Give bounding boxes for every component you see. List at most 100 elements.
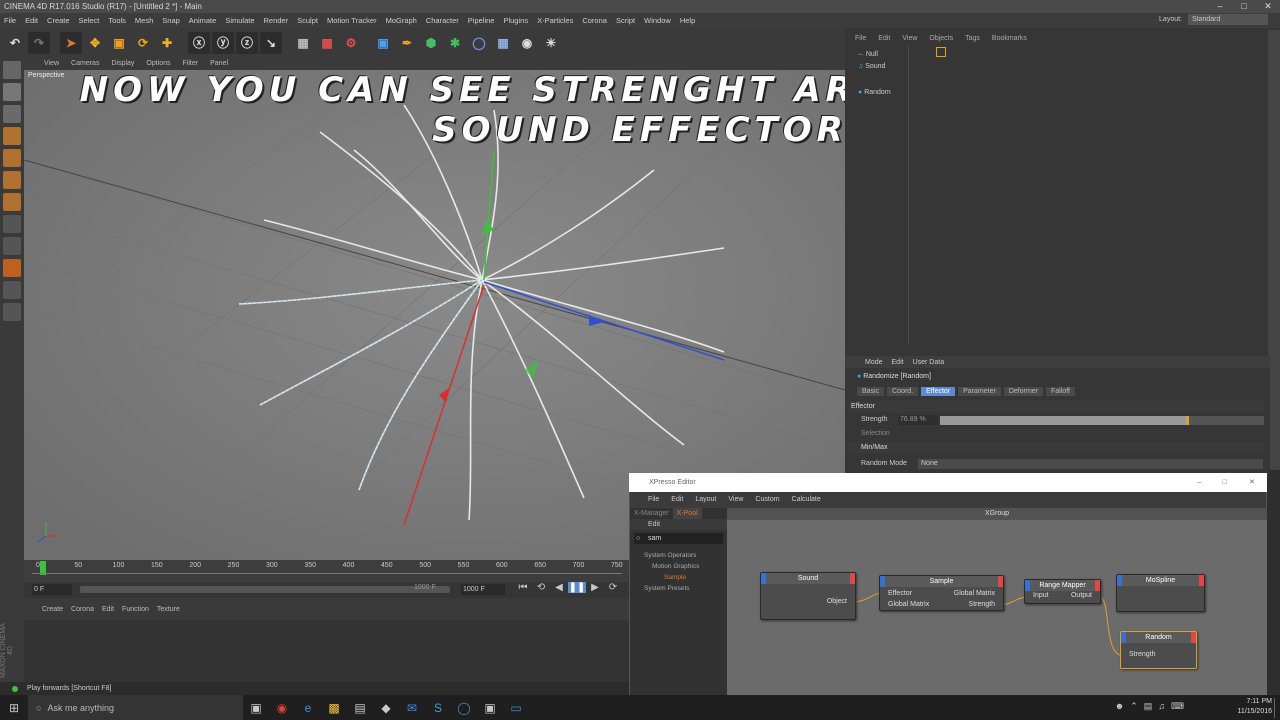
node-sample[interactable]: Sample Effector Global Matrix Global Mat…: [879, 575, 1004, 611]
polygons-mode-icon[interactable]: [3, 171, 21, 189]
store-icon[interactable]: ▤: [347, 695, 373, 720]
rotate-tool-icon[interactable]: ⟳: [132, 32, 154, 54]
node-range-mapper[interactable]: Range Mapper Input Output: [1024, 579, 1101, 604]
object-row-random[interactable]: ● Random: [858, 89, 891, 96]
strength-input[interactable]: 76.89 %: [898, 415, 938, 425]
maximize-icon[interactable]: □: [1232, 0, 1256, 13]
menu-item-mograph[interactable]: MoGraph: [386, 16, 417, 25]
mail-icon[interactable]: ✉: [399, 695, 425, 720]
render-picture-icon[interactable]: ▦: [316, 32, 338, 54]
edges-mode-icon[interactable]: [3, 149, 21, 167]
menu-item-character[interactable]: Character: [426, 16, 459, 25]
material-menu-item-texture[interactable]: Texture: [157, 606, 180, 613]
edge-icon[interactable]: e: [295, 695, 321, 720]
layout-select[interactable]: Standard: [1188, 14, 1268, 25]
xpresso-menu-item-edit[interactable]: Edit: [671, 496, 683, 503]
monitor-icon[interactable]: ▭: [503, 695, 529, 720]
attribute-menu-item-edit[interactable]: Edit: [892, 359, 904, 366]
cortana-search-box[interactable]: ○ Ask me anything: [28, 695, 243, 720]
undo-icon[interactable]: ↶: [4, 32, 26, 54]
random-mode-select[interactable]: None: [918, 459, 1263, 469]
tab-basic[interactable]: Basic: [857, 387, 885, 396]
magnet-icon[interactable]: [3, 259, 21, 277]
render-view-icon[interactable]: ▦: [292, 32, 314, 54]
close-icon[interactable]: ✕: [1256, 0, 1280, 13]
workplane-icon[interactable]: [3, 281, 21, 299]
axis-mode-icon[interactable]: [3, 193, 21, 211]
tree-system-operators[interactable]: System Operators: [630, 550, 727, 561]
tab-deformer[interactable]: Deformer: [1003, 387, 1044, 396]
sculpt-icon[interactable]: [3, 237, 21, 255]
deformer-icon[interactable]: ◯: [468, 32, 490, 54]
port-sample-global-matrix-in[interactable]: Global Matrix: [888, 601, 929, 608]
chrome-icon[interactable]: ◉: [269, 695, 295, 720]
material-menu-item-create[interactable]: Create: [42, 606, 63, 613]
viewport-menu-item-display[interactable]: Display: [111, 60, 134, 67]
object-menu-item-file[interactable]: File: [855, 35, 866, 42]
material-menu-item-edit[interactable]: Edit: [102, 606, 114, 613]
keyboard-icon[interactable]: ⌨: [1171, 701, 1184, 712]
port-range-input[interactable]: Input: [1033, 592, 1049, 599]
object-menu-item-objects[interactable]: Objects: [929, 35, 953, 42]
notification-icon[interactable]: [1274, 698, 1278, 718]
port-sample-strength[interactable]: Strength: [969, 601, 995, 608]
strength-slider[interactable]: [940, 416, 1264, 425]
viewport-menu-item-panel[interactable]: Panel: [210, 60, 228, 67]
port-sample-global-matrix-out[interactable]: Global Matrix: [954, 590, 995, 597]
tab-parameter[interactable]: Parameter: [958, 387, 1001, 396]
port-range-output[interactable]: Output: [1071, 592, 1092, 599]
timeline-ruler[interactable]: 0 50 100 150 200 250 300 350 400 450 500 550 600 650 7…: [24, 560, 629, 582]
menu-item-tools[interactable]: Tools: [108, 16, 126, 25]
xpool-edit-menu[interactable]: Edit: [630, 519, 727, 530]
app-icon[interactable]: ◆: [373, 695, 399, 720]
node-mospline[interactable]: MoSpline: [1116, 574, 1205, 612]
skype-icon[interactable]: S: [425, 695, 451, 720]
tab-effector[interactable]: Effector: [921, 387, 956, 396]
tab-falloff[interactable]: Falloff: [1046, 387, 1075, 396]
minimize-icon[interactable]: –: [1208, 0, 1232, 13]
floor-icon[interactable]: ▦: [492, 32, 514, 54]
loop-icon[interactable]: ⟳: [604, 582, 622, 593]
windows-start-icon[interactable]: ⊞: [0, 695, 28, 720]
scale-tool-icon[interactable]: ▣: [108, 32, 130, 54]
menu-item-file[interactable]: File: [4, 16, 16, 25]
attribute-menu-item-user-data[interactable]: User Data: [913, 359, 945, 366]
xpresso-menu-item-calculate[interactable]: Calculate: [792, 496, 821, 503]
end-frame-field[interactable]: 1000 F: [461, 584, 505, 595]
y-axis-icon[interactable]: ⓨ: [212, 31, 234, 54]
menu-item-edit[interactable]: Edit: [25, 16, 38, 25]
tab-coord[interactable]: Coord.: [887, 387, 919, 396]
object-menu-item-tags[interactable]: Tags: [965, 35, 980, 42]
prev-key-icon[interactable]: ⟲: [532, 582, 550, 593]
preview-range-slider[interactable]: [80, 586, 450, 593]
menu-item-simulate[interactable]: Simulate: [225, 16, 254, 25]
xpresso-close-icon[interactable]: ✕: [1249, 473, 1255, 492]
menu-item-window[interactable]: Window: [644, 16, 671, 25]
goto-start-icon[interactable]: ⏮: [514, 582, 532, 593]
xpresso-menu-item-file[interactable]: File: [648, 496, 659, 503]
tree-motion-graphics[interactable]: Motion Graphics: [630, 561, 727, 572]
cube-icon[interactable]: ▣: [372, 32, 394, 54]
tree-sample[interactable]: Sample: [630, 572, 727, 583]
move-tool-icon[interactable]: ✥: [84, 32, 106, 54]
xpresso-menu-item-custom[interactable]: Custom: [755, 496, 779, 503]
material-manager-area[interactable]: [24, 620, 629, 682]
menu-item-x-particles[interactable]: X-Particles: [537, 16, 573, 25]
cloner-icon[interactable]: ✱: [444, 32, 466, 54]
material-menu-item-corona[interactable]: Corona: [71, 606, 94, 613]
light-icon[interactable]: ☀: [540, 32, 562, 54]
next-frame-icon[interactable]: ▶: [586, 582, 604, 593]
menu-item-plugins[interactable]: Plugins: [503, 16, 528, 25]
object-row-sound[interactable]: ♫ Sound: [858, 63, 885, 70]
menu-item-help[interactable]: Help: [680, 16, 695, 25]
prev-frame-icon[interactable]: ◀: [550, 582, 568, 593]
menu-item-sculpt[interactable]: Sculpt: [297, 16, 318, 25]
subdivision-icon[interactable]: ⬢: [420, 32, 442, 54]
pause-icon[interactable]: ❚❚: [568, 582, 586, 593]
menu-item-pipeline[interactable]: Pipeline: [468, 16, 495, 25]
object-menu-item-view[interactable]: View: [902, 35, 917, 42]
xpresso-tag-icon[interactable]: [936, 47, 946, 57]
port-sample-effector[interactable]: Effector: [888, 590, 912, 597]
tree-system-presets[interactable]: System Presets: [630, 583, 727, 594]
add-tool-icon[interactable]: ✚: [156, 32, 178, 54]
